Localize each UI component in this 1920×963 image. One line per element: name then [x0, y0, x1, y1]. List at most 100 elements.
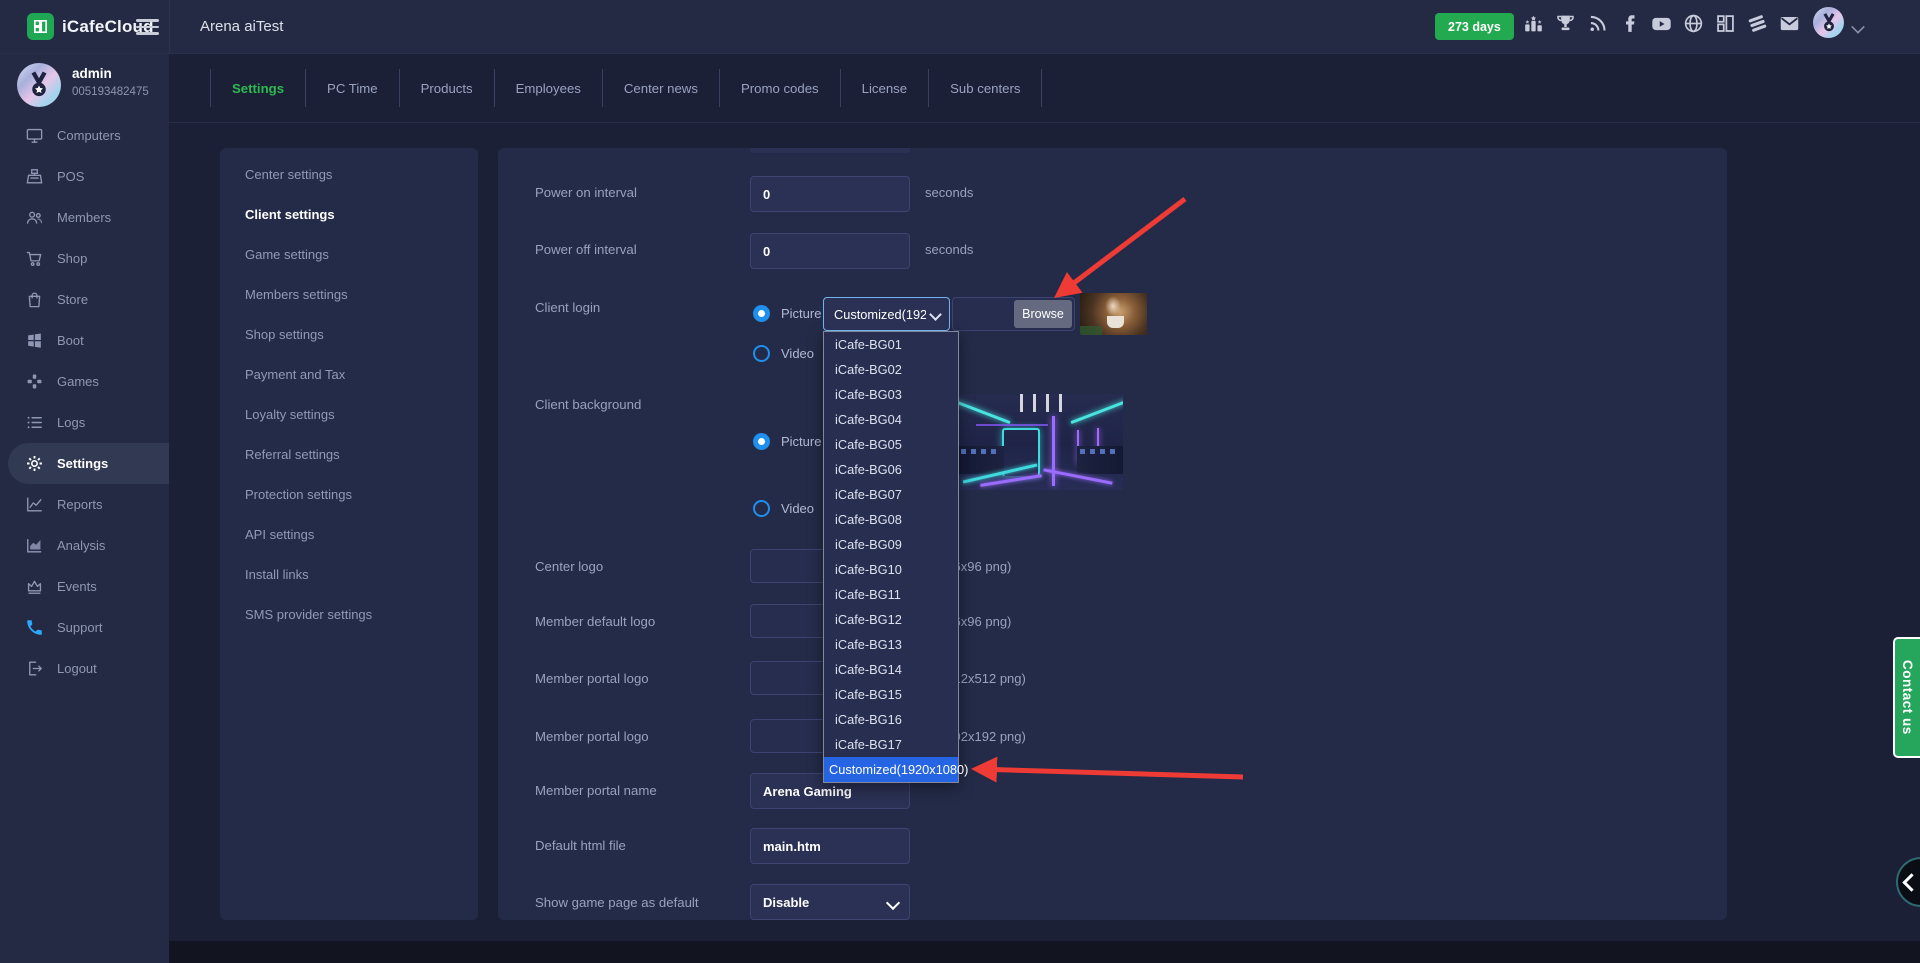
sidebar-item-members[interactable]: Members	[0, 197, 169, 238]
license-days-badge[interactable]: 273 days	[1435, 13, 1514, 40]
dropdown-option[interactable]: iCafe-BG11	[824, 582, 958, 607]
mail-icon[interactable]	[1779, 13, 1800, 34]
tab-center-news[interactable]: Center news	[603, 69, 720, 107]
dropdown-option[interactable]: iCafe-BG07	[824, 482, 958, 507]
youtube-icon[interactable]	[1651, 13, 1672, 34]
tab-settings[interactable]: Settings	[210, 69, 306, 107]
sidebar-item-shop[interactable]: Shop	[0, 238, 169, 279]
client-login-picture-radio[interactable]	[753, 305, 770, 322]
sidebar-item-pos[interactable]: POS	[0, 156, 169, 197]
chat-expand-button[interactable]	[1896, 857, 1920, 907]
sidebar-item-boot[interactable]: Boot	[0, 320, 169, 361]
client-login-video-radio[interactable]	[753, 345, 770, 362]
tab-employees[interactable]: Employees	[495, 69, 603, 107]
sidebar-item-support[interactable]: Support	[0, 607, 169, 648]
dropdown-option[interactable]: iCafe-BG05	[824, 432, 958, 457]
dropdown-option[interactable]: iCafe-BG14	[824, 657, 958, 682]
settings-nav-api-settings[interactable]: API settings	[220, 514, 478, 554]
settings-nav-install-links[interactable]: Install links	[220, 554, 478, 594]
client-background-picture-radio[interactable]	[753, 433, 770, 450]
dropdown-option[interactable]: iCafe-BG17	[824, 732, 958, 757]
show-game-page-select[interactable]: Disable	[750, 884, 910, 920]
ranking-icon[interactable]	[1523, 13, 1544, 34]
bottom-strip	[169, 941, 1920, 963]
client-login-picture-select[interactable]: Customized(1920	[823, 297, 950, 331]
tab-license[interactable]: License	[841, 69, 929, 107]
users-icon	[25, 208, 44, 227]
chevron-down-icon[interactable]	[1851, 20, 1865, 34]
chart-area-icon	[25, 536, 44, 555]
client-background-video-radio-label: Video	[781, 500, 814, 517]
dropdown-option[interactable]: Customized(1920x1080)	[824, 757, 958, 782]
chevron-down-icon	[886, 896, 900, 910]
trophy-icon[interactable]	[1555, 13, 1576, 34]
menu-icon[interactable]	[136, 19, 159, 35]
settings-nav-client-settings[interactable]: Client settings	[220, 194, 478, 234]
dropdown-option[interactable]: iCafe-BG02	[824, 357, 958, 382]
settings-nav-referral-settings[interactable]: Referral settings	[220, 434, 478, 474]
settings-nav-shop-settings[interactable]: Shop settings	[220, 314, 478, 354]
sidebar-item-logout[interactable]: Logout	[0, 648, 169, 689]
settings-nav-protection-settings[interactable]: Protection settings	[220, 474, 478, 514]
tab-sub-centers[interactable]: Sub centers	[929, 69, 1042, 107]
user-avatar	[17, 63, 61, 107]
sidebar-item-reports[interactable]: Reports	[0, 484, 169, 525]
settings-nav-payment-and-tax[interactable]: Payment and Tax	[220, 354, 478, 394]
sidebar-item-logs[interactable]: Logs	[0, 402, 169, 443]
dropdown-option[interactable]: iCafe-BG16	[824, 707, 958, 732]
sidebar-user[interactable]: admin 005193482475	[0, 53, 169, 115]
client-login-file-input[interactable]: Browse	[952, 297, 1075, 331]
dropdown-option[interactable]: iCafe-BG03	[824, 382, 958, 407]
page-title: Arena aiTest	[200, 0, 283, 53]
settings-nav-sms-provider-settings[interactable]: SMS provider settings	[220, 594, 478, 634]
client-background-preview	[958, 394, 1123, 490]
member-portal-logo-192-label: Member portal logo	[535, 728, 649, 745]
tabbar: Settings PC Time Products Employees Cent…	[169, 53, 1920, 123]
user-avatar[interactable]	[1813, 7, 1844, 38]
layers-icon[interactable]	[1747, 13, 1768, 34]
icafecloud-mini-icon[interactable]	[1715, 13, 1736, 34]
dropdown-option[interactable]: iCafe-BG10	[824, 557, 958, 582]
dropdown-option[interactable]: iCafe-BG15	[824, 682, 958, 707]
tabs: Settings PC Time Products Employees Cent…	[210, 69, 1042, 107]
dropdown-option[interactable]: iCafe-BG08	[824, 507, 958, 532]
dropdown-option[interactable]: iCafe-BG12	[824, 607, 958, 632]
tab-pc-time[interactable]: PC Time	[306, 69, 400, 107]
cash-register-icon	[25, 167, 44, 186]
client-login-picture-radio-label: Picture	[781, 305, 821, 322]
topbar-divider	[169, 0, 170, 53]
rss-icon[interactable]	[1587, 13, 1608, 34]
dropdown-option[interactable]: iCafe-BG01	[824, 332, 958, 357]
dropdown-option[interactable]: iCafe-BG04	[824, 407, 958, 432]
sidebar-item-games[interactable]: Games	[0, 361, 169, 402]
settings-nav-members-settings[interactable]: Members settings	[220, 274, 478, 314]
settings-nav-game-settings[interactable]: Game settings	[220, 234, 478, 274]
user-id: 005193482475	[72, 86, 149, 98]
dropdown-option[interactable]: iCafe-BG09	[824, 532, 958, 557]
sidebar-item-settings[interactable]: Settings	[8, 443, 169, 484]
settings-nav-center-settings[interactable]: Center settings	[220, 154, 478, 194]
globe-icon[interactable]	[1683, 13, 1704, 34]
tab-promo-codes[interactable]: Promo codes	[720, 69, 841, 107]
icafecloud-logo-icon[interactable]	[27, 13, 54, 40]
windows-icon	[25, 331, 44, 350]
client-login-label: Client login	[535, 299, 600, 316]
settings-nav-loyalty-settings[interactable]: Loyalty settings	[220, 394, 478, 434]
default-html-file-input[interactable]: main.htm	[750, 828, 910, 864]
tab-products[interactable]: Products	[400, 69, 495, 107]
client-settings-form: Power on interval 0 seconds Power off in…	[498, 148, 1727, 920]
facebook-icon[interactable]	[1619, 13, 1640, 34]
sidebar-item-events[interactable]: Events	[0, 566, 169, 607]
sidebar-item-analysis[interactable]: Analysis	[0, 525, 169, 566]
sidebar-item-computers[interactable]: Computers	[0, 115, 169, 156]
browse-button[interactable]: Browse	[1014, 300, 1072, 328]
power-off-interval-input[interactable]: 0	[750, 233, 910, 269]
client-background-video-radio[interactable]	[753, 500, 770, 517]
gear-icon	[25, 454, 44, 473]
sidebar-item-store[interactable]: Store	[0, 279, 169, 320]
logout-icon	[25, 659, 44, 678]
contact-us-button[interactable]: Contact us	[1893, 637, 1920, 758]
dropdown-option[interactable]: iCafe-BG13	[824, 632, 958, 657]
power-on-interval-input[interactable]: 0	[750, 176, 910, 212]
dropdown-option[interactable]: iCafe-BG06	[824, 457, 958, 482]
